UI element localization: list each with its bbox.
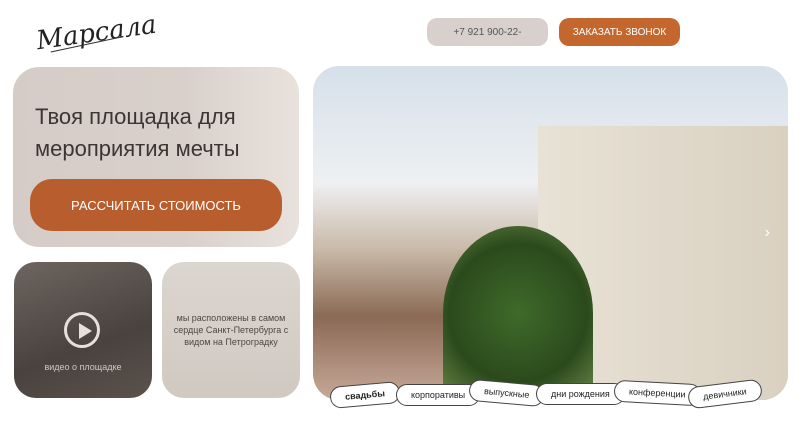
play-icon[interactable]	[64, 312, 100, 348]
next-arrow-icon[interactable]: ›	[765, 224, 770, 242]
calculate-cost-button[interactable]: РАССЧИТАТЬ СТОИМОСТЬ	[30, 179, 282, 231]
video-card[interactable]: видео о площадке	[14, 262, 152, 398]
hero-card: Твоя площадка для мероприятия мечты РАСС…	[13, 67, 299, 247]
order-call-button[interactable]: ЗАКАЗАТЬ ЗВОНОК	[559, 18, 680, 46]
tag-corporate[interactable]: корпоративы	[396, 384, 481, 406]
logo[interactable]: Марсала	[35, 10, 159, 57]
location-text: мы расположены в самом сердце Санкт-Пете…	[173, 313, 289, 347]
tag-birthdays[interactable]: дни рождения	[536, 383, 625, 405]
location-card: мы расположены в самом сердце Санкт-Пете…	[162, 262, 300, 398]
phone-number[interactable]: +7 921 900-22-	[427, 18, 548, 46]
video-label: видео о площадке	[44, 362, 122, 372]
hero-title: Твоя площадка для мероприятия мечты	[35, 104, 240, 161]
plants-image	[443, 226, 593, 400]
venue-photo: ›	[313, 66, 788, 400]
tag-weddings[interactable]: свадьбы	[329, 380, 401, 410]
